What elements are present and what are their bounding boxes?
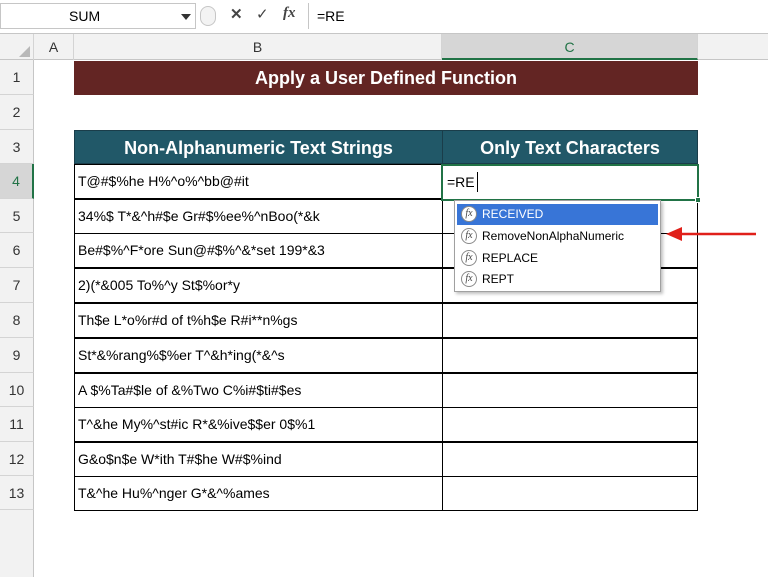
table-cell-b5[interactable]: 34%$ T*&^h#$e Gr#$%ee%^nBoo(*&k xyxy=(74,199,443,234)
table-cell-c8[interactable] xyxy=(442,303,698,338)
table-cell-c13[interactable] xyxy=(442,476,698,511)
autocomplete-item-removenonalphanumeric[interactable]: fx RemoveNonAlphaNumeric xyxy=(457,226,658,247)
row-header-2[interactable]: 2 xyxy=(0,95,34,130)
function-icon: fx xyxy=(461,206,477,222)
table-header-text-only[interactable]: Only Text Characters xyxy=(442,130,698,164)
table-header-strings[interactable]: Non-Alphanumeric Text Strings xyxy=(74,130,443,164)
function-icon: fx xyxy=(461,271,477,287)
title-banner[interactable]: Apply a User Defined Function xyxy=(74,61,698,95)
select-all-button[interactable] xyxy=(0,34,34,60)
row-header-1[interactable]: 1 xyxy=(0,60,34,95)
row-header-11[interactable]: 11 xyxy=(0,407,34,442)
table-cell-b6[interactable]: Be#$%^F*ore Sun@#$%^&*set 199*&3 xyxy=(74,233,443,268)
table-cell-c11[interactable] xyxy=(442,407,698,442)
name-box-value: SUM xyxy=(69,8,101,24)
formula-input[interactable]: =RE xyxy=(308,3,768,29)
row-header-10[interactable]: 10 xyxy=(0,373,34,407)
function-icon: fx xyxy=(461,228,477,244)
enter-icon[interactable]: ✓ xyxy=(256,5,269,23)
autocomplete-item-label: RemoveNonAlphaNumeric xyxy=(482,229,625,243)
table-cell-b12[interactable]: G&o$n$e W*ith T#$he W#$%ind xyxy=(74,442,443,477)
text-cursor xyxy=(477,172,478,192)
table-cell-b4[interactable]: T@#$%he H%^o%^bb@#it xyxy=(74,164,443,199)
row-header-12[interactable]: 12 xyxy=(0,442,34,476)
table-cell-c9[interactable] xyxy=(442,338,698,373)
row-header-5[interactable]: 5 xyxy=(0,199,34,233)
function-icon: fx xyxy=(461,250,477,266)
row-header-6[interactable]: 6 xyxy=(0,233,34,268)
table-cell-b9[interactable]: St*&%rang%$%er T^&h*ing(*&^s xyxy=(74,338,443,373)
autocomplete-item-replace[interactable]: fx REPLACE xyxy=(457,248,658,269)
active-cell-c4[interactable]: =RE xyxy=(441,164,701,203)
table-cell-c10[interactable] xyxy=(442,373,698,408)
row-header-filler xyxy=(0,510,34,577)
table-cell-b11[interactable]: T^&he My%^st#ic R*&%ive$$er 0$%1 xyxy=(74,407,443,442)
row-header-13[interactable]: 13 xyxy=(0,476,34,510)
table-cell-b10[interactable]: A $%Ta#$le of &%Two C%i#$ti#$es xyxy=(74,373,443,408)
column-header-a[interactable]: A xyxy=(34,34,74,60)
select-all-icon xyxy=(19,46,30,57)
insert-function-icon[interactable]: fx xyxy=(283,5,296,22)
autocomplete-item-label: RECEIVED xyxy=(482,207,544,221)
row-header-9[interactable]: 9 xyxy=(0,338,34,373)
row-header-8[interactable]: 8 xyxy=(0,303,34,338)
row-header-7[interactable]: 7 xyxy=(0,268,34,303)
column-header-row: A B C xyxy=(0,34,768,60)
row-header-4[interactable]: 4 xyxy=(0,164,34,199)
active-cell-text: =RE xyxy=(447,174,475,190)
table-cell-b8[interactable]: Th$e L*o%r#d of t%h$e R#i**n%gs xyxy=(74,303,443,338)
autocomplete-item-received[interactable]: fx RECEIVED xyxy=(457,204,658,225)
row-header-3[interactable]: 3 xyxy=(0,130,34,164)
chevron-down-icon[interactable] xyxy=(181,14,191,20)
formula-text: =RE xyxy=(317,8,345,24)
formula-bar-splitter[interactable] xyxy=(200,6,216,26)
table-cell-b13[interactable]: T&^he Hu%^nger G*&^%ames xyxy=(74,476,443,511)
formula-bar: SUM ✕ ✓ fx =RE xyxy=(0,0,768,34)
column-header-c[interactable]: C xyxy=(442,34,698,60)
autocomplete-item-rept[interactable]: fx REPT xyxy=(457,269,658,290)
column-header-b[interactable]: B xyxy=(74,34,442,60)
red-arrow-annotation xyxy=(666,227,756,241)
table-cell-b7[interactable]: 2)(*&005 To%^y St$%or*y xyxy=(74,268,443,303)
function-autocomplete-list[interactable]: fx RECEIVED fx RemoveNonAlphaNumeric fx … xyxy=(454,200,661,292)
autocomplete-item-label: REPLACE xyxy=(482,251,539,265)
fill-handle[interactable] xyxy=(695,197,701,203)
autocomplete-item-label: REPT xyxy=(482,272,515,286)
cancel-icon[interactable]: ✕ xyxy=(230,5,243,23)
name-box[interactable]: SUM xyxy=(0,3,196,29)
table-cell-c12[interactable] xyxy=(442,442,698,477)
